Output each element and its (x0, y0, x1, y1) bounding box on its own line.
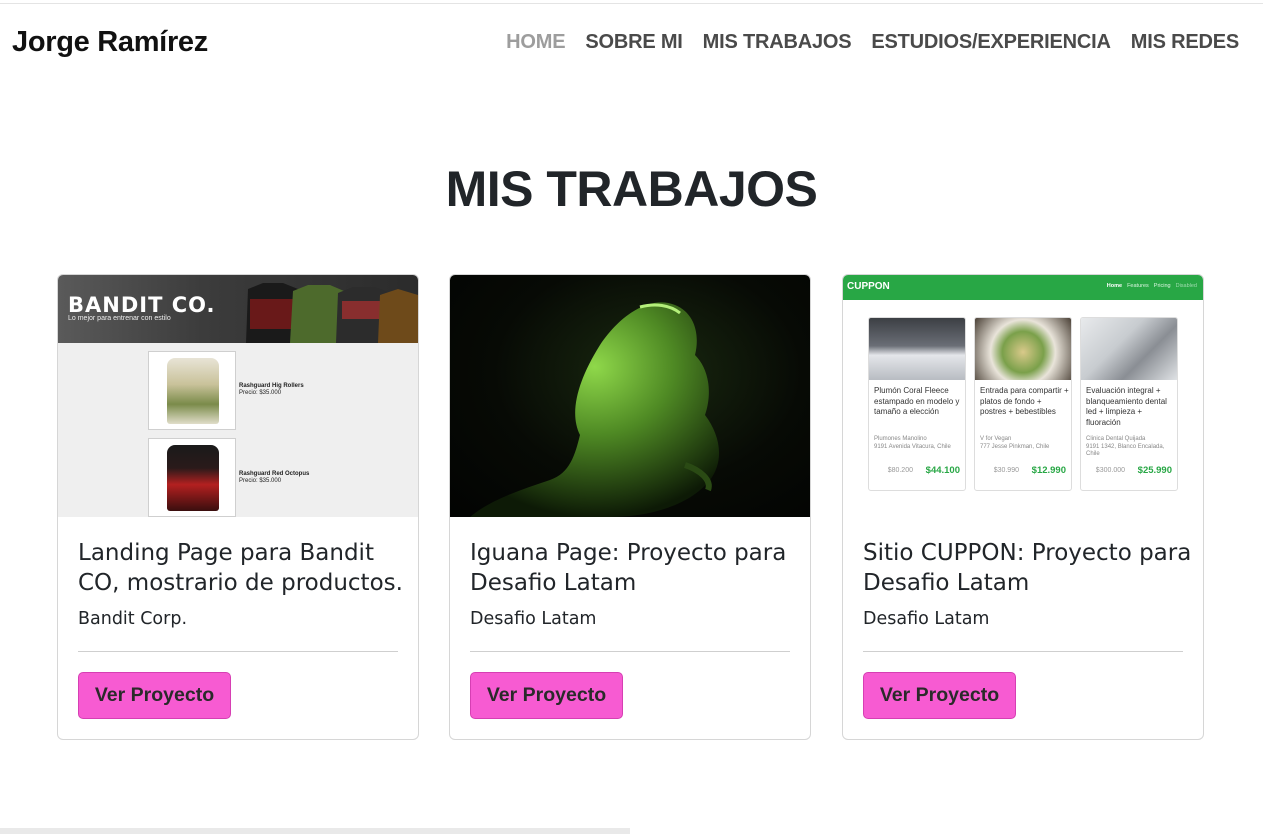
product-thumb-1 (148, 351, 236, 430)
section-title: MIS TRABAJOS (445, 161, 818, 217)
navbar: Jorge Ramírez HOME SOBRE MI MIS TRABAJOS… (0, 4, 1263, 82)
cuppon-offer-3: Evaluación integral + blanqueamiento den… (1080, 317, 1178, 491)
card-divider (78, 651, 398, 652)
cuppon-links: Home Features Pricing Disabled (1106, 283, 1197, 289)
ver-proyecto-button[interactable]: Ver Proyecto (78, 672, 231, 719)
product-label-1: Rashguard Hig Rollers Precio: $35.000 (239, 383, 304, 396)
cuppon-offer-2: Entrada para compartir + platos de fondo… (974, 317, 1072, 491)
nav-estudios-experiencia[interactable]: ESTUDIOS/EXPERIENCIA (871, 31, 1111, 54)
bandit-banner: BANDIT CO. Lo mejor para entrenar con es… (58, 275, 418, 343)
ver-proyecto-button[interactable]: Ver Proyecto (863, 672, 1016, 719)
card-title: Landing Page para Bandit CO, mostrario d… (78, 540, 403, 596)
cuppon-navbar: CUPPON Home Features Pricing Disabled (843, 275, 1203, 300)
product-label-2: Rashguard Red Octopus Precio: $35.000 (239, 471, 310, 484)
card-title: Sitio CUPPON: Proyecto para Desafio Lata… (863, 540, 1192, 596)
brand-name[interactable]: Jorge Ramírez (12, 26, 208, 59)
bandit-tagline: Lo mejor para entrenar con estilo (68, 315, 171, 322)
project-card-iguana: Iguana Page: Proyecto para Desafio Latam… (449, 274, 811, 740)
nav-mis-trabajos[interactable]: MIS TRABAJOS (703, 31, 852, 54)
card-subtitle: Desafio Latam (470, 609, 597, 629)
product-thumb-2 (148, 438, 236, 517)
nav-mis-redes[interactable]: MIS REDES (1131, 31, 1239, 54)
card-divider (863, 651, 1183, 652)
iguana-preview-image (450, 275, 810, 517)
bandit-preview-image: BANDIT CO. Lo mejor para entrenar con es… (58, 275, 418, 517)
card-subtitle: Bandit Corp. (78, 609, 188, 629)
ver-proyecto-button[interactable]: Ver Proyecto (470, 672, 623, 719)
project-card-bandit: BANDIT CO. Lo mejor para entrenar con es… (57, 274, 419, 740)
bandit-brand: BANDIT CO. (68, 293, 216, 317)
nav-sobre-mi[interactable]: SOBRE MI (585, 31, 682, 54)
card-title: Iguana Page: Proyecto para Desafio Latam (470, 540, 787, 596)
project-card-cuppon: CUPPON Home Features Pricing Disabled Pl… (842, 274, 1204, 740)
bandit-product-list: Rashguard Hig Rollers Precio: $35.000 Ra… (58, 343, 418, 517)
cuppon-preview-image: CUPPON Home Features Pricing Disabled Pl… (843, 275, 1203, 517)
shirts-graphic (246, 283, 418, 343)
card-divider (470, 651, 790, 652)
cuppon-offer-1: Plumón Coral Fleece estampado en modelo … (868, 317, 966, 491)
horizontal-scrollbar[interactable] (0, 828, 630, 834)
iguana-graphic (470, 302, 720, 517)
card-subtitle: Desafio Latam (863, 609, 990, 629)
cuppon-brand: CUPPON (847, 281, 890, 292)
main-nav: HOME SOBRE MI MIS TRABAJOS ESTUDIOS/EXPE… (506, 31, 1239, 54)
nav-home[interactable]: HOME (506, 31, 565, 54)
